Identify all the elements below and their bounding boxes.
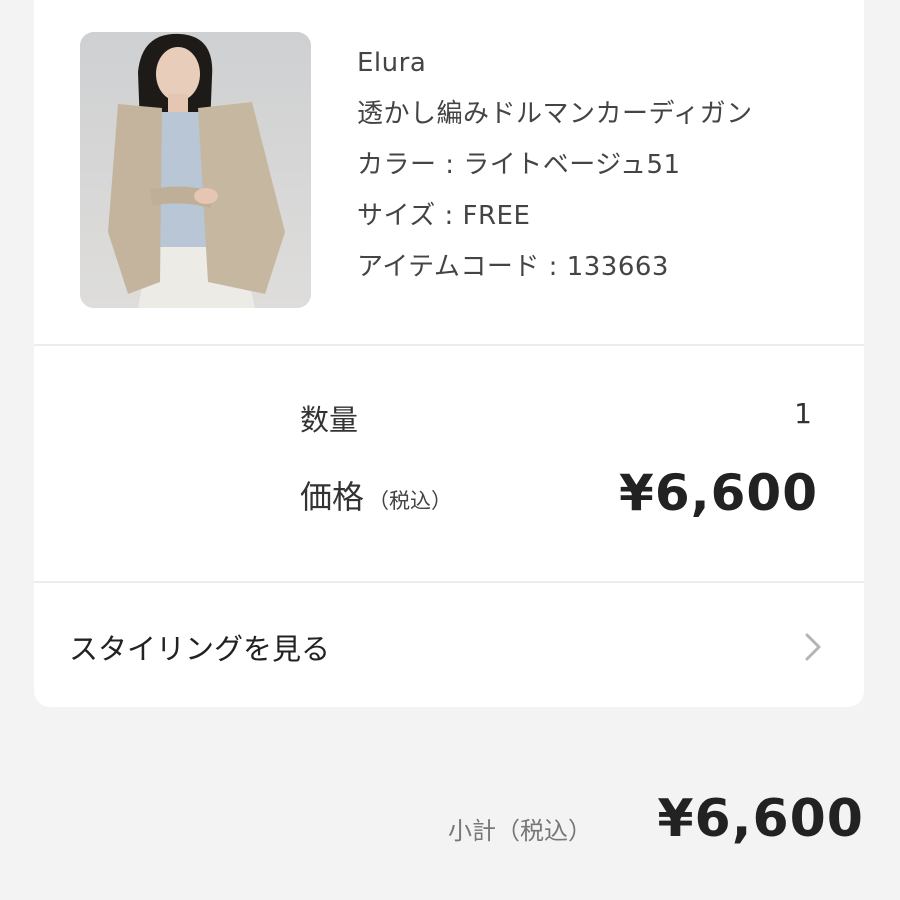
cart-item-card: Elura 透かし編みドルマンカーディガン カラー : ライトベージュ51 サイ… [34,0,864,707]
brand-name: Elura [357,48,427,78]
product-name: 透かし編みドルマンカーディガン [357,99,753,129]
quantity-value: 1 [794,397,812,430]
price-value: ¥6,600 [619,464,818,522]
view-styling-label: スタイリングを見る [69,632,331,666]
price-tax-note: （税込） [368,489,453,513]
divider [34,581,864,583]
view-styling-link[interactable]: スタイリングを見る [34,584,864,688]
product-thumbnail[interactable] [80,32,311,308]
product-section: Elura 透かし編みドルマンカーディガン カラー : ライトベージュ51 サイ… [34,0,864,344]
chevron-right-icon [804,632,822,666]
price-label: 価格 [300,478,365,516]
product-size: サイズ : FREE [357,201,531,231]
subtotal-label: 小計（税込） [448,817,592,845]
item-code: アイテムコード : 133663 [357,252,669,282]
product-info: Elura 透かし編みドルマンカーディガン カラー : ライトベージュ51 サイ… [357,38,753,293]
subtotal-value: ¥6,600 [657,789,864,849]
quantity-label: 数量 [300,403,359,437]
price-label-group: 価格 （税込） [300,472,452,518]
divider [34,344,864,346]
product-color: カラー : ライトベージュ51 [357,150,681,180]
